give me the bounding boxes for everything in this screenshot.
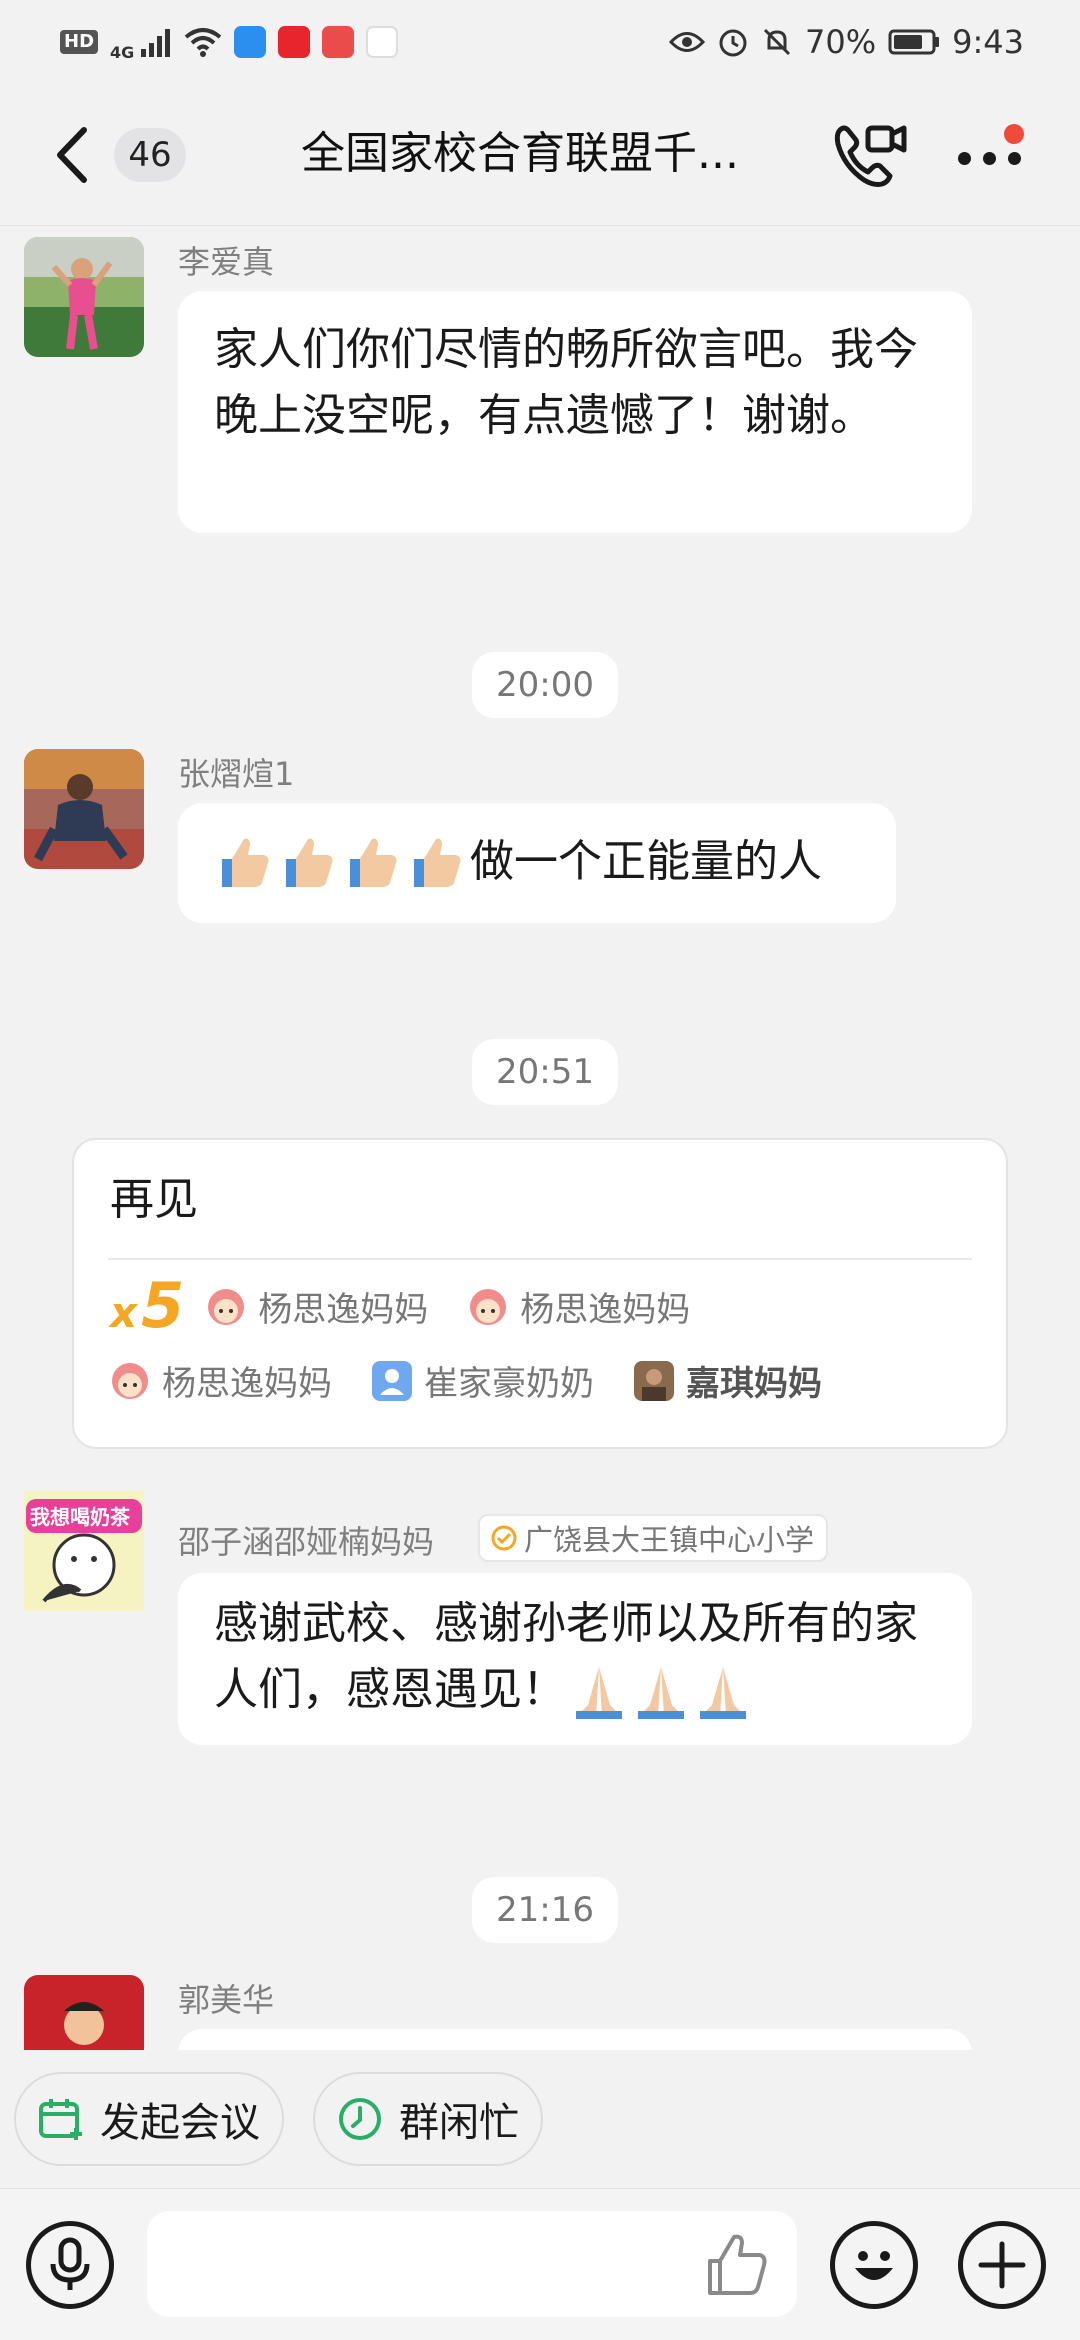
message-bubble[interactable] [178,2029,972,2050]
signal-icon [141,29,171,57]
folded-hands-emoji [638,1667,684,1719]
message-bubble[interactable]: 感谢武校、感谢孙老师以及所有的家人们，感恩遇见！ [178,1573,972,1745]
relay-participant[interactable]: 嘉琪妈妈 [634,1356,822,1405]
sender-name: 郭美华 [178,1981,275,2019]
avatar[interactable] [24,749,144,869]
school-tag: 广饶县大王镇中心小学 [478,1514,829,1562]
participant-name: 杨思逸妈妈 [520,1290,691,1330]
quick-action-label: 发起会议 [100,2100,260,2146]
voice-button[interactable] [26,2221,114,2309]
back-arrow-icon[interactable] [46,124,100,186]
microphone-icon [50,2237,90,2290]
status-bar: HD 4G 70% 9:43 [0,0,1080,84]
message-text: 家人们你们尽情的畅所欲言吧。我今晚上没空呢，有点遗憾了！谢谢。 [214,324,918,441]
photo-avatar [634,1360,674,1401]
participant-name: 杨思逸妈妈 [258,1290,429,1330]
verified-badge-icon [491,1525,517,1551]
relay-participant[interactable]: 杨思逸妈妈 [110,1356,332,1405]
timestamp: 20:51 [472,1039,618,1105]
quick-action-label: 群闲忙 [399,2100,519,2146]
relay-participant[interactable]: 崔家豪奶奶 [372,1356,594,1405]
cartoon-girl-avatar [206,1287,246,1327]
thumbs-up-emoji [286,838,333,887]
clock-icon [339,2098,381,2140]
network-type: 4G [110,42,135,62]
eye-icon [669,32,706,52]
status-bar-right: 70% 9:43 [669,23,1024,61]
calendar-plus-icon [39,2099,82,2140]
battery-percent: 70% [805,23,877,61]
battery-icon [888,29,940,55]
alarm-icon [719,29,747,57]
participant-name: 嘉琪妈妈 [686,1364,822,1404]
thumbs-up-emoji [414,838,461,887]
status-bar-left: HD 4G [60,23,399,62]
sender-name: 邵子涵邵娅楠妈妈 [178,1523,435,1561]
school-name: 广饶县大王镇中心小学 [524,1523,815,1557]
relay-participant[interactable]: 杨思逸妈妈 [206,1282,428,1331]
clock-time: 9:43 [952,23,1024,61]
chat-header: 46 全国家校合育联盟千... [0,84,1080,226]
relay-count: x 5 [110,1269,185,1342]
unread-count-badge[interactable]: 46 [114,128,186,182]
avatar-text: 我想喝奶茶 [30,1505,130,1529]
participant-name: 崔家豪奶奶 [424,1364,594,1404]
message-text: 做一个正能量的人 [470,836,822,887]
input-bar [0,2188,1080,2340]
group-status-button[interactable]: 群闲忙 [313,2072,543,2166]
thumbs-up-emoji [222,838,269,887]
news-app-icon [278,26,311,58]
sender-name: 李爱真 [178,243,275,281]
message-bubble[interactable]: 做一个正能量的人 [178,803,896,923]
relay-count-number: 5 [141,1269,185,1342]
fm-app-icon [366,26,399,58]
relay-participant[interactable]: 杨思逸妈妈 [468,1282,690,1331]
plus-icon [978,2241,1026,2289]
more-options-button[interactable] [954,124,1028,184]
emoji-icon [855,2251,893,2280]
plus-button[interactable] [958,2221,1046,2309]
relay-card[interactable]: 再见 x 5 杨思逸妈妈 杨思逸妈妈 杨思逸妈妈 崔家豪奶奶 嘉琪妈妈 [72,1138,1008,1449]
hd-icon: HD [60,30,99,54]
message-bubble[interactable]: 家人们你们尽情的畅所欲言吧。我今晚上没空呢，有点遗憾了！谢谢。 [178,291,972,533]
participant-name: 杨思逸妈妈 [162,1364,332,1404]
video-call-icon[interactable] [830,118,910,194]
book-app-icon [322,26,355,58]
relay-text: 再见 [110,1174,198,1225]
relay-count-prefix: x [110,1288,138,1337]
notification-dot [1004,124,1024,144]
avatar[interactable]: 我想喝奶茶 [24,1491,144,1611]
divider [108,1258,972,1260]
sender-name: 张熠煊1 [178,755,295,793]
group-title[interactable]: 全国家校合育联盟千... [270,124,770,184]
cartoon-girl-avatar [110,1361,150,1401]
timestamp: 21:16 [472,1877,618,1943]
folded-hands-emoji [576,1667,622,1719]
cartoon-girl-avatar [468,1287,508,1327]
start-meeting-button[interactable]: 发起会议 [14,2072,284,2166]
more-dots-icon [958,152,1021,165]
default-person-avatar [372,1360,412,1401]
thumbs-up-emoji [350,838,397,887]
folded-hands-emoji [700,1667,746,1719]
avatar[interactable] [24,237,144,357]
relay-participants-row: 杨思逸妈妈 崔家豪奶奶 嘉琪妈妈 [110,1356,862,1405]
chat-message-list[interactable]: 李爱真 家人们你们尽情的畅所欲言吧。我今晚上没空呢，有点遗憾了！谢谢。 20:0… [0,227,1080,2050]
message-text: 感谢武校、感谢孙老师以及所有的家人们，感恩遇见！ [214,1598,918,1715]
wifi-icon [185,28,222,57]
thumbs-up-icon[interactable] [700,2229,772,2301]
dingtalk-icon [234,26,267,58]
mute-icon [763,28,791,56]
emoji-button[interactable] [830,2221,918,2309]
timestamp: 20:00 [472,652,618,718]
relay-participants-row: x 5 杨思逸妈妈 杨思逸妈妈 [110,1269,730,1342]
avatar[interactable] [24,1975,144,2050]
